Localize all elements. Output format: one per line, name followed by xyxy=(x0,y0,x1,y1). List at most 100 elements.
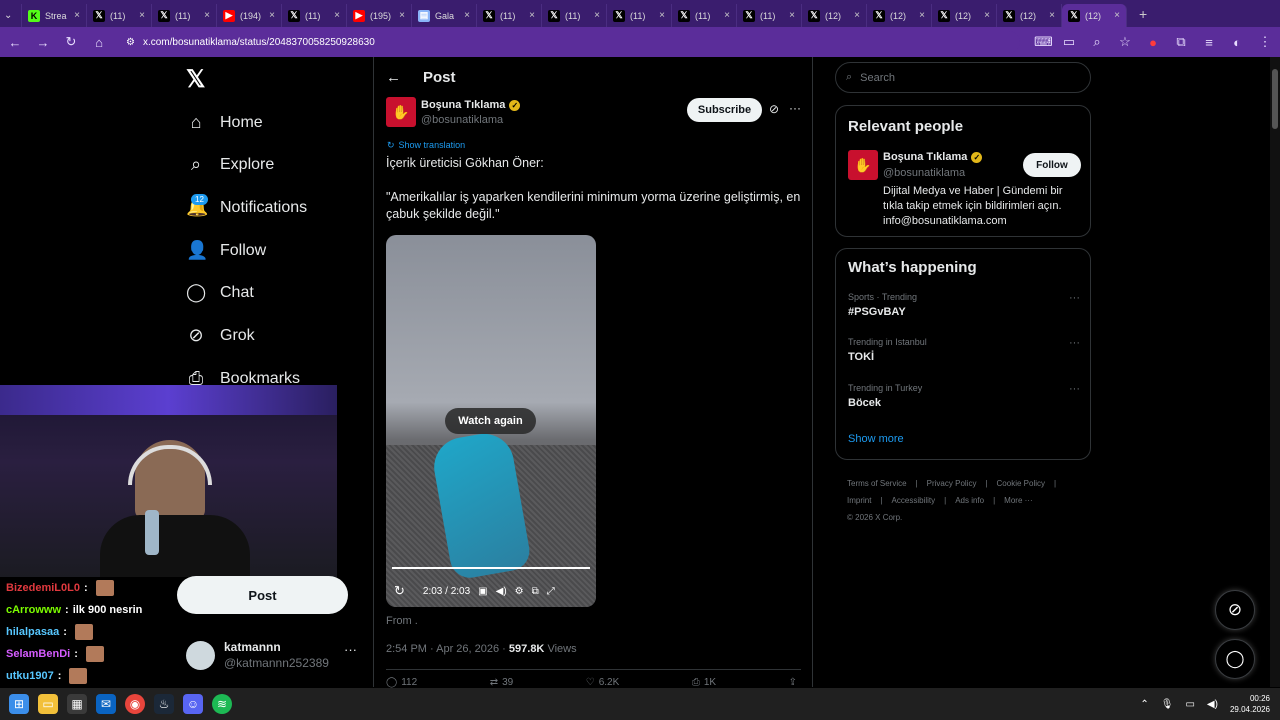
close-icon[interactable]: × xyxy=(1049,10,1055,21)
share-button[interactable]: ⇪ xyxy=(789,677,801,688)
address-bar[interactable]: ⚙ x.com/bosunatiklama/status/20483700582… xyxy=(120,31,1020,53)
x-logo-icon[interactable]: 𝕏 xyxy=(186,65,205,94)
new-tab-button[interactable]: + xyxy=(1139,6,1147,22)
forward-icon[interactable]: → xyxy=(36,35,50,50)
close-icon[interactable]: × xyxy=(269,10,275,21)
like-button[interactable]: ♡ 6.2K xyxy=(586,677,620,688)
relevant-name[interactable]: Boşuna Tıklama xyxy=(883,151,967,163)
windows-start-icon[interactable]: ⊞ xyxy=(9,694,29,714)
trend-item[interactable]: Trending in Turkey Böcek ··· xyxy=(848,383,1080,409)
author-avatar[interactable]: ✋ xyxy=(386,97,416,127)
browser-tab[interactable]: 𝕏 (11) × xyxy=(672,4,737,27)
browser-tab[interactable]: 𝕏 (11) × xyxy=(87,4,152,27)
clock[interactable]: 00:26 29.04.2026 xyxy=(1230,693,1270,715)
close-icon[interactable]: × xyxy=(854,10,860,21)
microphone-icon[interactable]: 🎙 xyxy=(1161,699,1174,710)
reload-icon[interactable]: ↻ xyxy=(64,34,78,50)
browser-tab[interactable]: 𝕏 (11) × xyxy=(282,4,347,27)
footer-link[interactable]: Imprint xyxy=(847,496,871,505)
extension-record-icon[interactable]: ● xyxy=(1146,35,1160,50)
install-icon[interactable]: ▭ xyxy=(1062,34,1076,50)
close-icon[interactable]: × xyxy=(919,10,925,21)
show-more-link[interactable]: Show more xyxy=(848,433,904,445)
scrollbar[interactable] xyxy=(1270,57,1280,687)
profile-avatar-icon[interactable]: ◐ xyxy=(1230,35,1244,50)
browser-tab[interactable]: 𝕏 (11) × xyxy=(607,4,672,27)
browser-tab[interactable]: 𝕏 (12) × xyxy=(997,4,1062,27)
more-icon[interactable]: ··· xyxy=(344,642,357,657)
video-player[interactable]: Watch again ↻ 2:03 / 2:03 ▣ ◀) ⚙ ⧉ ⤢ xyxy=(386,235,596,607)
footer-link[interactable]: Terms of Service xyxy=(847,479,907,488)
browser-tab[interactable]: ▤ Gala × xyxy=(412,4,477,27)
extensions-icon[interactable]: ⧉ xyxy=(1174,34,1188,50)
file-explorer-icon[interactable]: ▭ xyxy=(38,694,58,714)
more-icon[interactable]: ··· xyxy=(1069,383,1080,395)
close-icon[interactable]: × xyxy=(74,10,80,21)
messages-fab-button[interactable]: ◯ xyxy=(1215,639,1255,679)
steam-icon[interactable]: ♨ xyxy=(154,694,174,714)
grok-icon[interactable]: ⊘ xyxy=(769,102,779,116)
more-icon[interactable]: ··· xyxy=(1069,337,1080,349)
footer-link[interactable]: Privacy Policy xyxy=(927,479,977,488)
scrollbar-thumb[interactable] xyxy=(1272,69,1278,129)
more-icon[interactable]: ··· xyxy=(789,101,801,115)
home-page-icon[interactable]: ⌂ xyxy=(92,35,106,50)
nav-item-home[interactable]: ⌂ Home xyxy=(186,112,263,133)
back-arrow-icon[interactable]: ← xyxy=(386,69,401,86)
replay-icon[interactable]: ↻ xyxy=(394,583,405,599)
grok-fab-button[interactable]: ⊘ xyxy=(1215,590,1255,630)
browser-tab[interactable]: 𝕏 (11) × xyxy=(737,4,802,27)
footer-link[interactable]: More ··· xyxy=(1004,496,1032,505)
search-input[interactable]: ⌕ Search xyxy=(835,62,1091,93)
close-icon[interactable]: × xyxy=(659,10,665,21)
close-icon[interactable]: × xyxy=(399,10,405,21)
close-icon[interactable]: × xyxy=(334,10,340,21)
fullscreen-icon[interactable]: ⤢ xyxy=(547,586,555,597)
captions-icon[interactable]: ▣ xyxy=(478,586,487,597)
author-name[interactable]: Boşuna Tıklama xyxy=(421,99,505,111)
bookmark-button[interactable]: ⎙ 1K xyxy=(692,677,716,688)
chevron-up-icon[interactable]: ⌃ xyxy=(1140,699,1148,710)
author-handle[interactable]: @bosunatiklama xyxy=(421,114,503,126)
close-icon[interactable]: × xyxy=(139,10,145,21)
follow-button[interactable]: Follow xyxy=(1023,153,1081,177)
back-icon[interactable]: ← xyxy=(8,35,22,50)
close-icon[interactable]: × xyxy=(984,10,990,21)
browser-tab[interactable]: 𝕏 (12) × xyxy=(867,4,932,27)
translate-icon[interactable]: ⌨ xyxy=(1034,34,1053,50)
menu-icon[interactable]: ⋮ xyxy=(1258,34,1272,50)
browser-tab[interactable]: ▶ (194) × xyxy=(217,4,282,27)
store-icon[interactable]: ▦ xyxy=(67,694,87,714)
subscribe-button[interactable]: Subscribe xyxy=(687,98,762,122)
relevant-avatar[interactable]: ✋ xyxy=(848,150,878,180)
browser-tab[interactable]: 𝕏 (12) × xyxy=(932,4,997,27)
relevant-name-row[interactable]: Boşuna Tıklama ✓ xyxy=(883,151,983,163)
volume-icon[interactable]: ◀) xyxy=(496,586,507,597)
site-info-icon[interactable]: ⚙ xyxy=(126,37,135,48)
nav-item-chat[interactable]: ◯ Chat xyxy=(186,282,254,303)
settings-icon[interactable]: ⚙ xyxy=(515,586,524,597)
relevant-handle[interactable]: @bosunatiklama xyxy=(883,167,965,179)
browser-tab[interactable]: K Strea × xyxy=(22,4,87,27)
url-text[interactable]: x.com/bosunatiklama/status/2048370058250… xyxy=(143,37,375,48)
close-icon[interactable]: × xyxy=(464,10,470,21)
chrome-icon[interactable]: ◉ xyxy=(125,694,145,714)
close-icon[interactable]: × xyxy=(204,10,210,21)
browser-tab[interactable]: 𝕏 (11) × xyxy=(477,4,542,27)
close-icon[interactable]: × xyxy=(594,10,600,21)
video-progress-bar[interactable] xyxy=(392,567,590,569)
post-timestamp[interactable]: 2:54 PM · Apr 26, 2026 · xyxy=(386,643,509,655)
outlook-icon[interactable]: ✉ xyxy=(96,694,116,714)
volume-icon[interactable]: ◀) xyxy=(1207,699,1218,710)
discord-icon[interactable]: ☺ xyxy=(183,694,203,714)
trend-item[interactable]: Sports · Trending #PSGvBAY ··· xyxy=(848,292,1080,318)
nav-item-grok[interactable]: ⊘ Grok xyxy=(186,325,254,346)
repost-button[interactable]: ⇄ 39 xyxy=(490,677,514,688)
network-icon[interactable]: ▭ xyxy=(1185,699,1194,710)
author-name-row[interactable]: Boşuna Tıklama ✓ xyxy=(421,99,521,111)
footer-link[interactable]: Cookie Policy xyxy=(997,479,1045,488)
browser-tab[interactable]: ▶ (195) × xyxy=(347,4,412,27)
nav-item-follow[interactable]: 👤 Follow xyxy=(186,240,266,261)
star-icon[interactable]: ☆ xyxy=(1118,34,1132,50)
close-icon[interactable]: × xyxy=(1114,10,1120,21)
